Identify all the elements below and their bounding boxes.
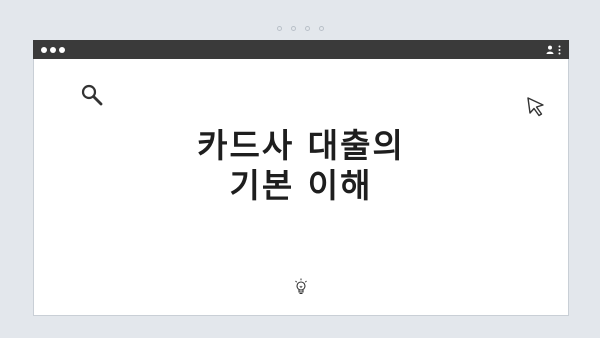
lightbulb-icon: [294, 278, 308, 300]
kebab-menu-icon[interactable]: [558, 45, 561, 55]
minimize-window-button[interactable]: [50, 46, 56, 53]
page-title-line-1: 카드사 대출의: [197, 126, 405, 165]
browser-window: 카드사 대출의 기본 이해: [33, 40, 569, 316]
close-window-button[interactable]: [41, 46, 47, 53]
pagination-dot[interactable]: [290, 26, 296, 31]
page-title: 카드사 대출의 기본 이해: [34, 126, 568, 206]
pagination-dot[interactable]: [276, 26, 282, 31]
window-controls: [41, 46, 65, 53]
titlebar-actions: [546, 45, 561, 55]
maximize-window-button[interactable]: [59, 46, 65, 53]
pagination-dot[interactable]: [318, 26, 324, 31]
window-titlebar: [33, 40, 569, 59]
pagination-dots: [0, 26, 600, 31]
search-icon[interactable]: [80, 83, 104, 111]
page-title-line-2: 기본 이해: [229, 166, 373, 205]
user-icon[interactable]: [546, 45, 554, 54]
cursor-icon: [526, 96, 546, 122]
pagination-dot[interactable]: [304, 26, 310, 31]
